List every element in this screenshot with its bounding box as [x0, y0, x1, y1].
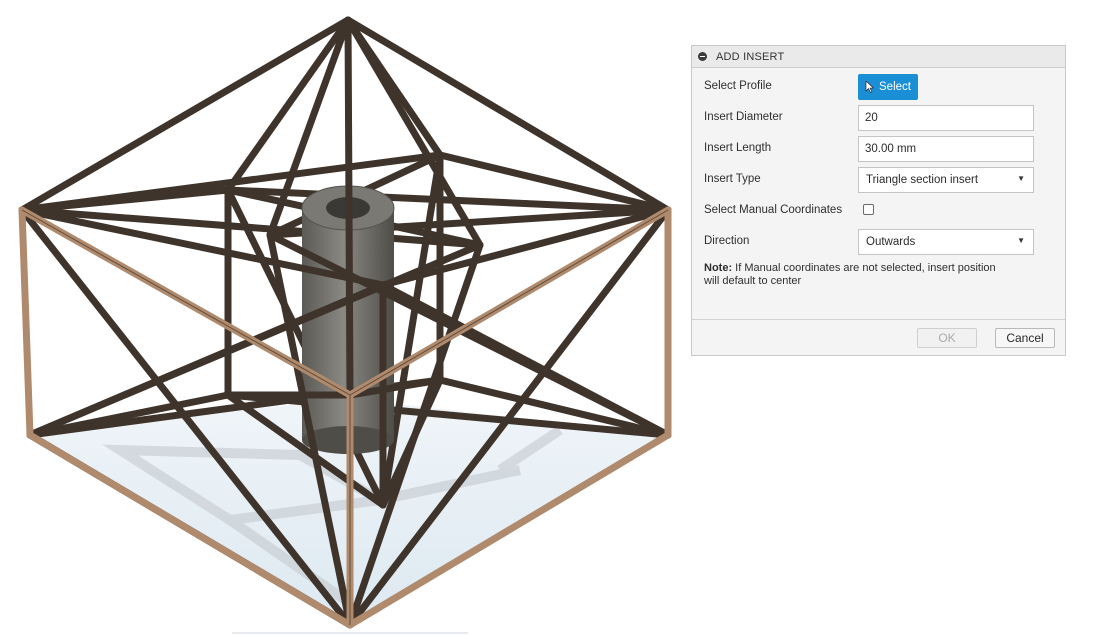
row-insert-type: Insert Type Triangle section insert ▼ — [692, 167, 1065, 193]
insert-type-label: Insert Type — [704, 173, 761, 185]
note-prefix: Note: — [704, 262, 733, 274]
cancel-button[interactable]: Cancel — [995, 328, 1055, 348]
select-profile-button[interactable]: Select — [858, 74, 918, 100]
dialog-header[interactable]: ADD INSERT — [692, 46, 1065, 68]
row-select-profile: Select Profile Select — [692, 74, 1065, 100]
direction-dropdown[interactable]: Outwards ▼ — [858, 229, 1034, 255]
dialog-footer: OK Cancel — [692, 319, 1065, 355]
row-direction: Direction Outwards ▼ — [692, 229, 1065, 255]
insert-length-label: Insert Length — [704, 142, 772, 154]
note-text: Note: If Manual coordinates are not sele… — [704, 262, 1004, 288]
add-insert-dialog: ADD INSERT Select Profile Select Insert … — [691, 45, 1066, 356]
dialog-title: ADD INSERT — [716, 50, 785, 63]
direction-value: Outwards — [866, 236, 916, 248]
lattice-model[interactable] — [0, 0, 690, 635]
row-insert-length: Insert Length — [692, 136, 1065, 162]
insert-diameter-input[interactable] — [858, 105, 1034, 131]
ok-button[interactable]: OK — [917, 328, 977, 348]
3d-viewport[interactable] — [0, 0, 690, 635]
note-body: If Manual coordinates are not selected, … — [704, 262, 996, 287]
insert-type-dropdown[interactable]: Triangle section insert ▼ — [858, 167, 1034, 193]
insert-length-input[interactable] — [858, 136, 1034, 162]
row-insert-diameter: Insert Diameter — [692, 105, 1065, 131]
insert-type-value: Triangle section insert — [866, 174, 979, 186]
cursor-arrow-icon — [865, 81, 875, 93]
manual-coordinates-checkbox[interactable] — [863, 204, 874, 215]
direction-label: Direction — [704, 235, 750, 247]
chevron-down-icon: ▼ — [1017, 236, 1025, 245]
select-button-label: Select — [879, 81, 911, 93]
chevron-down-icon: ▼ — [1017, 174, 1025, 183]
select-profile-label: Select Profile — [704, 80, 772, 92]
insert-diameter-label: Insert Diameter — [704, 111, 783, 123]
manual-coordinates-label: Select Manual Coordinates — [704, 204, 843, 216]
collapse-minus-icon[interactable] — [698, 52, 707, 61]
row-manual-coordinates: Select Manual Coordinates — [692, 198, 1065, 224]
